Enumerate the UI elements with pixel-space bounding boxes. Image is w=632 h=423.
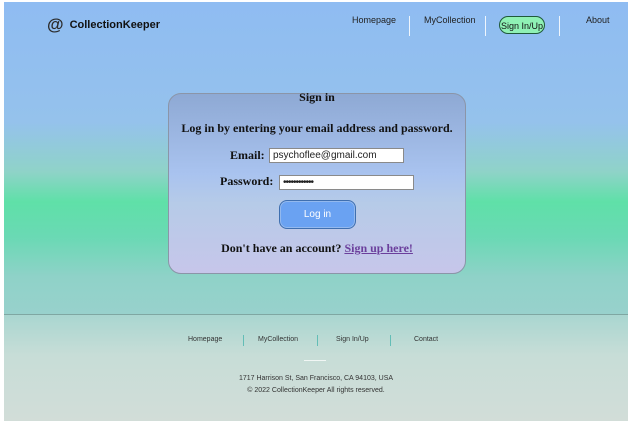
signup-prompt: Don't have an account? Sign up here!: [169, 241, 465, 256]
password-label: Password:: [220, 174, 274, 188]
nav-mycollection[interactable]: MyCollection: [424, 15, 476, 25]
email-label: Email:: [230, 148, 265, 162]
nav-sign-in-up[interactable]: Sign In/Up: [499, 16, 545, 34]
card-subtitle: Log in by entering your email address an…: [181, 121, 453, 135]
logo[interactable]: @ CollectionKeeper: [47, 16, 160, 33]
sign-in-card: Sign in Log in by entering your email ad…: [168, 90, 466, 274]
password-field[interactable]: [279, 175, 414, 190]
footer-divider: [243, 335, 244, 346]
signup-link[interactable]: Sign up here!: [344, 241, 412, 255]
nav-divider: [559, 16, 560, 36]
no-account-text: Don't have an account?: [221, 241, 342, 255]
footer-divider: [317, 335, 318, 346]
footer: Homepage MyCollection Sign In/Up Contact…: [4, 314, 628, 421]
page-frame: @ CollectionKeeper Homepage MyCollection…: [4, 2, 628, 421]
email-field[interactable]: [269, 148, 404, 163]
footer-address: 1717 Harrison St, San Francisco, CA 9410…: [238, 375, 394, 382]
nav-divider: [485, 16, 486, 36]
footer-copyright: © 2022 CollectionKeeper All rights reser…: [247, 387, 385, 394]
nav-divider: [409, 16, 410, 36]
logo-text: CollectionKeeper: [69, 18, 161, 31]
footer-divider: [390, 335, 391, 346]
footer-nav-contact[interactable]: Contact: [414, 336, 438, 343]
footer-nav-homepage[interactable]: Homepage: [188, 336, 222, 343]
nav-about[interactable]: About: [586, 15, 610, 25]
nav-homepage[interactable]: Homepage: [352, 15, 396, 25]
footer-dash: [304, 360, 326, 361]
card-title: Sign in: [299, 90, 335, 104]
login-button[interactable]: Log in: [279, 200, 356, 229]
footer-nav-sign-in-up[interactable]: Sign In/Up: [336, 336, 369, 343]
footer-nav-mycollection[interactable]: MyCollection: [258, 336, 298, 343]
at-sign-icon: @: [47, 15, 64, 34]
